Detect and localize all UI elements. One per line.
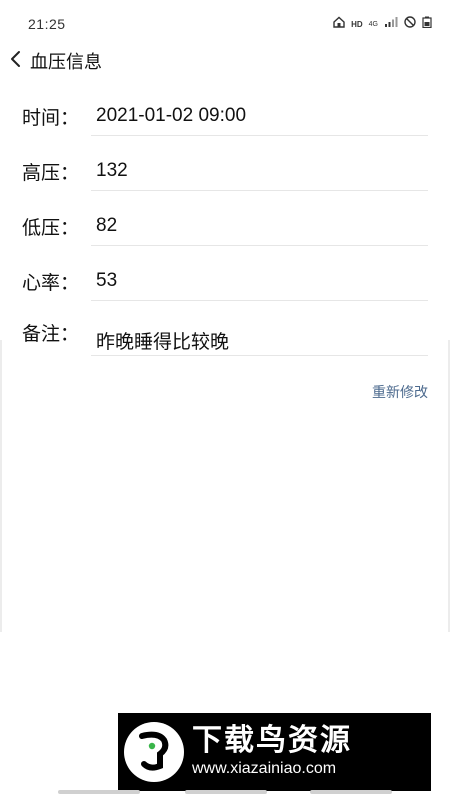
diastolic-row: 低压： 82 [0,205,450,247]
heart-rate-row: 心率： 53 [0,260,450,302]
watermark: 下载鸟资源 www.xiazainiao.com [118,713,431,791]
divider [91,355,428,356]
nav-hint-center [185,790,267,794]
do-not-disturb-icon [404,16,416,32]
heart-rate-label: 心率： [22,272,80,294]
systolic-value[interactable]: 132 [96,160,128,182]
signal-icon [384,16,398,32]
systolic-row: 高压： 132 [0,150,450,192]
hd-indicator: HD [351,19,363,29]
heart-rate-value[interactable]: 53 [96,270,117,292]
remark-row: 备注： 昨晚睡得比较晚 [0,315,450,357]
nav-hint-right [310,790,392,794]
time-row: 时间： 2021-01-02 09:00 [0,95,450,137]
diastolic-value[interactable]: 82 [96,215,117,237]
time-value[interactable]: 2021-01-02 09:00 [96,105,246,127]
watermark-text: 下载鸟资源 www.xiazainiao.com [192,724,352,780]
back-button[interactable] [2,42,30,80]
app-header: 血压信息 [0,42,450,80]
page-title: 血压信息 [30,52,102,73]
divider [91,135,428,136]
network-indicator: 4G [368,20,378,28]
divider [91,300,428,301]
status-bar: 21:25 HD 4G [0,0,450,48]
re-edit-link[interactable]: 重新修改 [372,382,428,402]
battery-icon [422,16,432,32]
home-icon [333,16,345,32]
bird-logo-icon [124,722,184,782]
nav-hint-left [58,790,140,794]
time-label: 时间： [22,107,80,129]
remark-area-border-left [0,340,2,632]
remark-label: 备注： [22,323,80,345]
status-time: 21:25 [28,16,66,32]
divider [91,190,428,191]
status-icons: HD 4G [333,16,432,32]
divider [91,245,428,246]
chevron-left-icon [10,50,22,72]
systolic-label: 高压： [22,162,80,184]
watermark-title: 下载鸟资源 [192,723,352,758]
remark-value[interactable]: 昨晚睡得比较晚 [96,327,229,354]
diastolic-label: 低压： [22,217,80,239]
watermark-url: www.xiazainiao.com [192,760,337,777]
